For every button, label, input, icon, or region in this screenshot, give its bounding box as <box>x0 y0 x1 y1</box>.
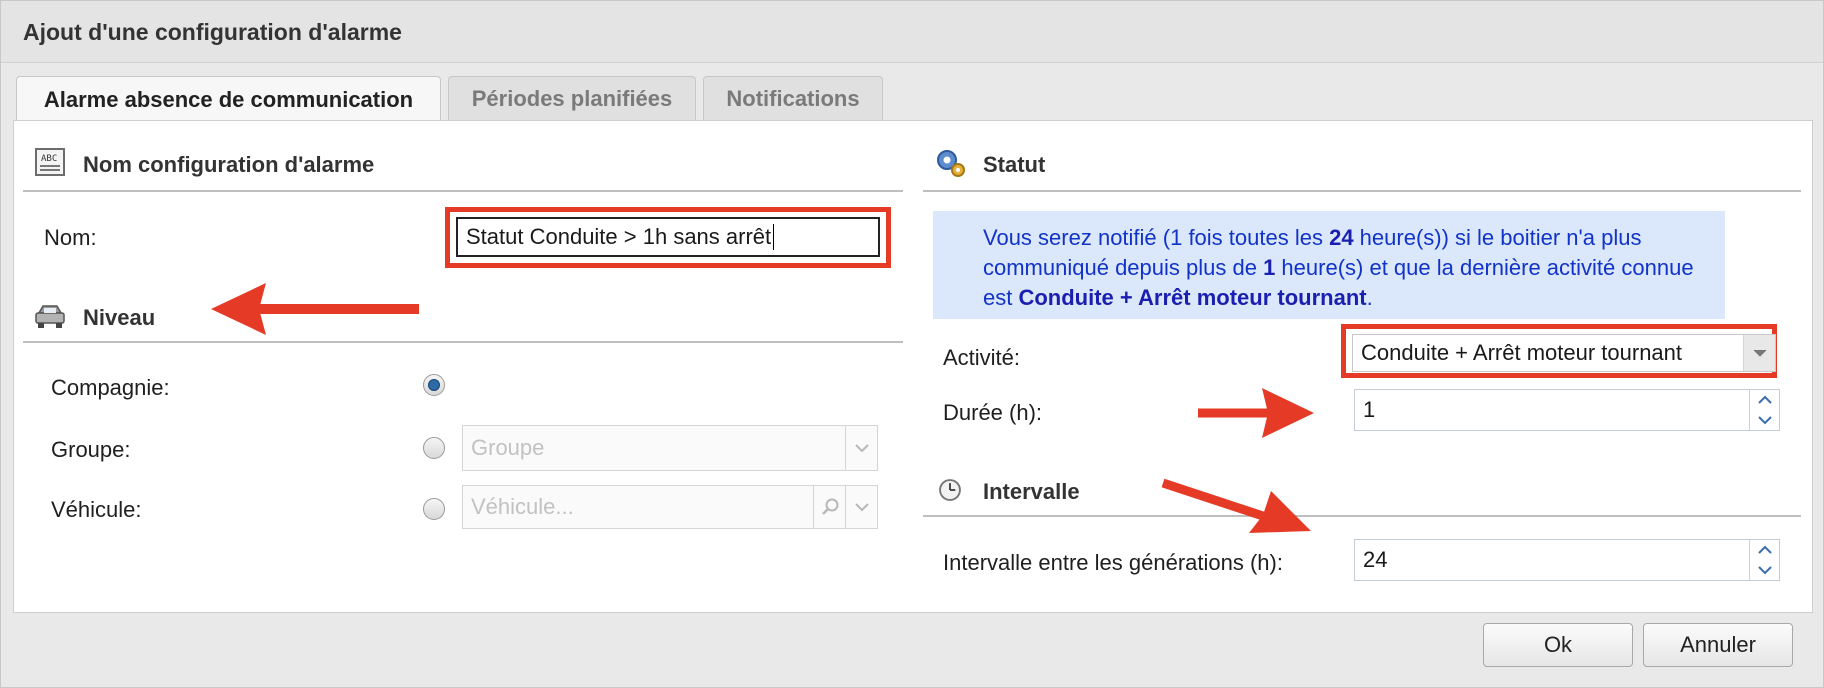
tab-label: Périodes planifiées <box>471 85 673 111</box>
info-text: Vous serez notifié (1 fois toutes les <box>983 225 1330 250</box>
activite-select[interactable]: Conduite + Arrêt moteur tournant <box>1352 334 1776 372</box>
annotation-arrow-right-duree <box>1198 388 1314 438</box>
groupe-placeholder: Groupe <box>471 435 545 460</box>
name-input-value: Statut Conduite > 1h sans arrêt <box>466 224 772 249</box>
ok-label: Ok <box>1543 632 1573 657</box>
cancel-button[interactable]: Annuler <box>1643 623 1793 667</box>
alarm-config-dialog: Ajout d'une configuration d'alarme Alarm… <box>0 0 1824 688</box>
info-text: . <box>1366 285 1373 310</box>
duree-label: Durée (h): <box>943 400 1043 425</box>
tab-periodes[interactable]: Périodes planifiées <box>448 76 696 120</box>
name-label: Nom: <box>44 225 97 250</box>
ok-button[interactable]: Ok <box>1483 623 1633 667</box>
search-icon[interactable] <box>813 486 845 528</box>
intervalle-value: 24 <box>1363 547 1388 572</box>
section-title: Intervalle <box>983 479 1080 504</box>
level-label-vehicule: Véhicule: <box>51 497 142 522</box>
info-bold: 24 <box>1329 225 1354 250</box>
groupe-combo[interactable]: Groupe <box>462 425 878 471</box>
spin-down-icon[interactable] <box>1750 560 1779 580</box>
name-input[interactable]: Statut Conduite > 1h sans arrêt <box>456 217 880 257</box>
dialog-titlebar: Ajout d'une configuration d'alarme <box>1 1 1823 63</box>
dialog-title: Ajout d'une configuration d'alarme <box>23 19 402 45</box>
niveau-section-header: Niveau <box>23 297 903 337</box>
intervalle-spinner[interactable] <box>1749 540 1779 580</box>
tab-label: Alarme absence de communication <box>43 86 414 112</box>
radio-compagnie[interactable] <box>423 374 445 396</box>
statut-section-header: Statut <box>923 144 1801 184</box>
duree-spinner[interactable] <box>1749 390 1779 430</box>
intervalle-number-field[interactable]: 24 <box>1354 539 1780 581</box>
abc-form-icon: ABC <box>35 148 65 176</box>
vehicule-placeholder: Véhicule... <box>471 494 574 519</box>
section-title: Statut <box>983 152 1046 177</box>
svg-text:ABC: ABC <box>41 154 57 164</box>
section-divider <box>23 341 903 343</box>
info-bold: 1 <box>1263 255 1276 280</box>
spin-up-icon[interactable] <box>1750 540 1779 560</box>
intervalle-label: Intervalle entre les générations (h): <box>943 550 1283 575</box>
tab-alarme-absence[interactable]: Alarme absence de communication <box>16 76 441 122</box>
activite-value: Conduite + Arrêt moteur tournant <box>1361 340 1683 365</box>
text-caret <box>773 224 775 250</box>
annotation-arrow-right-intervalle <box>1161 478 1311 533</box>
section-title: Nom configuration d'alarme <box>83 152 375 177</box>
chevron-down-icon[interactable] <box>845 486 877 528</box>
section-divider <box>923 190 1801 192</box>
clock-icon <box>939 479 961 501</box>
level-label-groupe: Groupe: <box>51 437 131 462</box>
info-bold: Conduite + Arrêt moteur tournant <box>1018 285 1367 310</box>
radio-vehicule[interactable] <box>423 498 445 520</box>
section-divider <box>923 515 1801 517</box>
car-icon <box>35 305 65 328</box>
duree-number-field[interactable]: 1 <box>1354 389 1780 431</box>
tab-notifications[interactable]: Notifications <box>703 76 883 120</box>
gears-icon <box>937 150 965 177</box>
radio-groupe[interactable] <box>423 437 445 459</box>
cancel-label: Annuler <box>1680 632 1756 657</box>
chevron-down-icon[interactable] <box>845 426 877 470</box>
section-divider <box>23 190 903 192</box>
tab-label: Notifications <box>726 85 860 111</box>
annotation-arrow-left <box>211 283 419 335</box>
spin-down-icon[interactable] <box>1750 410 1779 430</box>
activite-label: Activité: <box>943 345 1021 370</box>
duree-value: 1 <box>1363 397 1376 422</box>
section-title: Niveau <box>83 305 156 330</box>
level-label-compagnie: Compagnie: <box>51 375 170 400</box>
spin-up-icon[interactable] <box>1750 390 1779 410</box>
chevron-down-icon[interactable] <box>1743 335 1775 371</box>
vehicule-combo[interactable]: Véhicule... <box>462 485 878 529</box>
intervalle-section-header: Intervalle <box>923 471 1801 511</box>
status-info-message: Vous serez notifié (1 fois toutes les 24… <box>933 211 1725 319</box>
name-section-header: ABC Nom configuration d'alarme <box>23 144 903 184</box>
